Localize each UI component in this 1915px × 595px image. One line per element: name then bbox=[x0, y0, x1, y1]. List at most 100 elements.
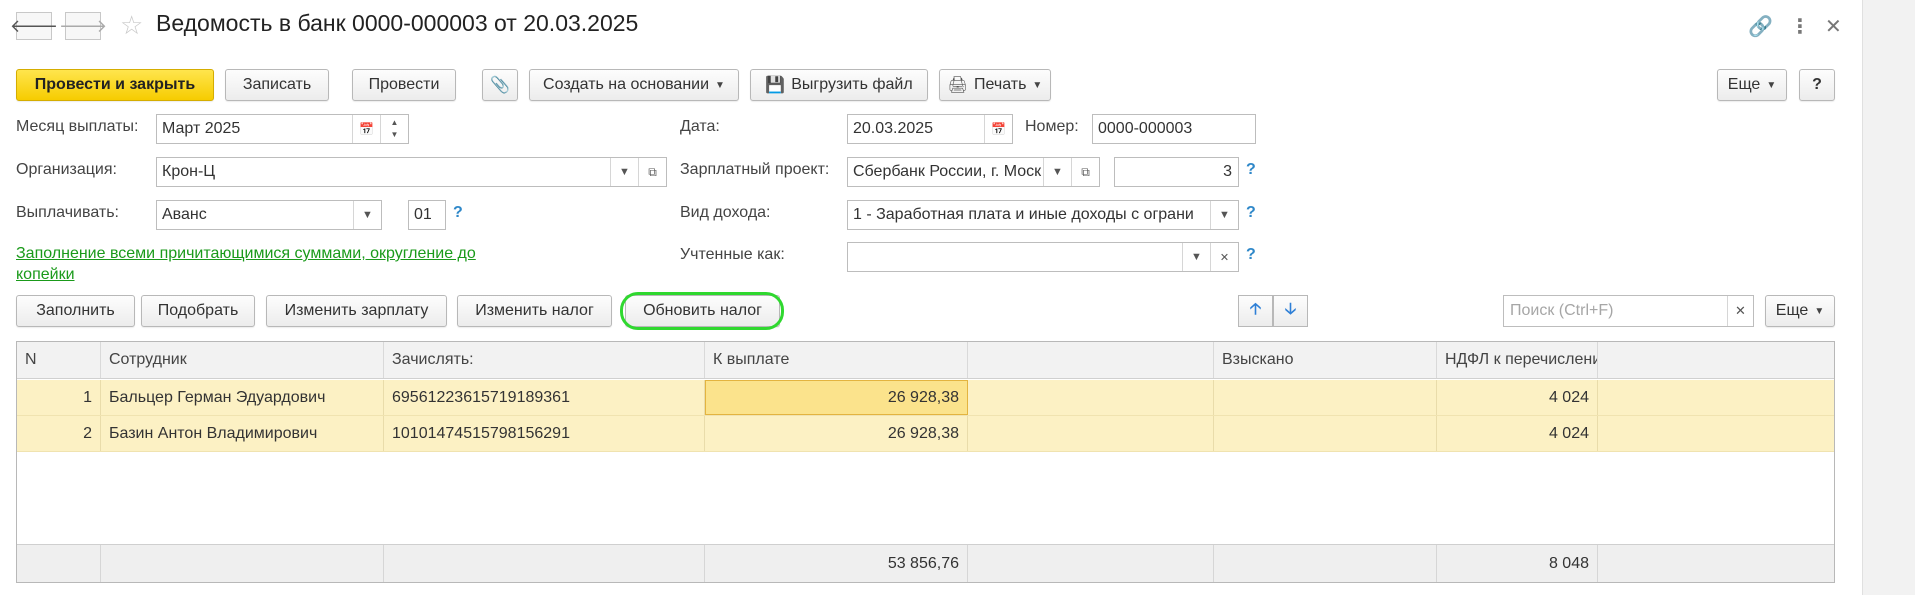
pay-code-value: 01 bbox=[414, 206, 432, 223]
help-icon[interactable]: ? bbox=[1246, 161, 1256, 179]
dropdown-icon[interactable]: ▼ bbox=[1210, 201, 1238, 229]
link-icon[interactable]: 🔗 bbox=[1748, 14, 1773, 39]
search-placeholder: Поиск (Ctrl+F) bbox=[1510, 302, 1614, 319]
footer-ndfl-total: 8 048 bbox=[1437, 545, 1598, 582]
pay-type-value: Аванс bbox=[162, 206, 207, 223]
help-icon[interactable]: ? bbox=[1246, 204, 1256, 222]
create-based-on-label: Создать на основании bbox=[543, 76, 710, 93]
forward-button[interactable]: 🡒 bbox=[59, 12, 107, 40]
column-header-extra[interactable] bbox=[1598, 342, 1834, 378]
caret-down-icon: ▼ bbox=[1814, 305, 1825, 317]
pay-code-field[interactable]: 01 bbox=[408, 200, 446, 230]
search-input[interactable]: Поиск (Ctrl+F) ✕ bbox=[1503, 295, 1754, 327]
move-down-button[interactable]: 🡣 bbox=[1273, 295, 1308, 327]
help-button[interactable]: ? bbox=[1799, 69, 1835, 101]
organization-field[interactable]: Крон-Ц ▼ ⧉ bbox=[156, 157, 667, 187]
close-icon[interactable]: ✕ bbox=[1825, 14, 1842, 39]
star-icon[interactable]: ☆ bbox=[120, 10, 143, 41]
cell-account: 10101474515798156291 bbox=[384, 416, 705, 451]
dropdown-icon[interactable]: ▼ bbox=[353, 201, 381, 229]
project-count-value: 3 bbox=[1223, 163, 1232, 180]
fill-settings-link[interactable]: Заполнение всеми причитающимися суммами,… bbox=[16, 243, 506, 285]
footer-extra bbox=[1598, 545, 1834, 582]
salary-project-field[interactable]: Сбербанк России, г. Моск ▼ ⧉ bbox=[847, 157, 1100, 187]
pay-type-label: Выплачивать: bbox=[16, 204, 119, 221]
fill-button[interactable]: Заполнить bbox=[16, 295, 135, 327]
move-up-button[interactable]: 🡡 bbox=[1238, 295, 1273, 327]
dropdown-icon[interactable]: ▼ bbox=[1182, 243, 1210, 271]
month-label: Месяц выплаты: bbox=[16, 118, 139, 135]
caret-down-icon: ▼ bbox=[715, 79, 725, 91]
table-more-button[interactable]: Еще ▼ bbox=[1765, 295, 1835, 327]
calendar-icon[interactable]: 📅 bbox=[352, 115, 380, 143]
column-header-collected[interactable]: Взыскано bbox=[1214, 342, 1437, 378]
calendar-icon[interactable]: 📅 bbox=[984, 115, 1012, 143]
post-button[interactable]: Провести bbox=[352, 69, 456, 101]
accounted-as-field[interactable]: ▼ ✕ bbox=[847, 242, 1239, 272]
cell-extra bbox=[1598, 416, 1834, 451]
table-more-label: Еще bbox=[1775, 302, 1809, 319]
payroll-table[interactable]: N Сотрудник Зачислять: К выплате Взыскан… bbox=[16, 341, 1835, 583]
organization-value: Крон-Ц bbox=[162, 163, 216, 180]
salary-project-label: Зарплатный проект: bbox=[680, 161, 830, 178]
table-row[interactable]: 1 Бальцер Герман Эдуардович 695612236157… bbox=[17, 380, 1834, 416]
change-salary-button[interactable]: Изменить зарплату bbox=[266, 295, 447, 327]
date-label: Дата: bbox=[680, 118, 720, 135]
help-icon[interactable]: ? bbox=[1246, 246, 1256, 264]
cell-account: 69561223615719189361 bbox=[384, 380, 705, 415]
cell-pay: 26 928,38 bbox=[705, 416, 968, 451]
highlight-ring bbox=[620, 292, 784, 330]
attach-button[interactable]: 📎 bbox=[482, 69, 518, 101]
number-field[interactable]: 0000-000003 bbox=[1092, 114, 1256, 144]
cell-employee: Бальцер Герман Эдуардович bbox=[101, 380, 384, 415]
open-icon[interactable]: ⧉ bbox=[638, 158, 666, 186]
create-based-on-button[interactable]: Создать на основании ▼ bbox=[529, 69, 739, 101]
clear-search-icon[interactable]: ✕ bbox=[1727, 296, 1753, 326]
cell-blank bbox=[968, 380, 1214, 415]
cell-collected bbox=[1214, 380, 1437, 415]
cell-pay[interactable]: 26 928,38 bbox=[705, 380, 968, 415]
month-field[interactable]: Март 2025 📅 ▲ ▼ bbox=[156, 114, 409, 144]
organization-label: Организация: bbox=[16, 161, 117, 178]
date-field[interactable]: 20.03.2025 📅 bbox=[847, 114, 1013, 144]
column-header-blank[interactable] bbox=[968, 342, 1214, 378]
change-tax-button[interactable]: Изменить налог bbox=[457, 295, 612, 327]
footer-n bbox=[17, 545, 101, 582]
salary-project-value: Сбербанк России, г. Моск bbox=[853, 163, 1042, 180]
dropdown-icon[interactable]: ▼ bbox=[610, 158, 638, 186]
income-type-field[interactable]: 1 - Заработная плата и иные доходы с огр… bbox=[847, 200, 1239, 230]
print-button[interactable]: 🖨 Печать ▼ bbox=[939, 69, 1051, 101]
column-header-ndfl[interactable]: НДФЛ к перечислению bbox=[1437, 342, 1598, 378]
month-spinner[interactable]: ▲ ▼ bbox=[380, 115, 408, 143]
spinner-down-icon[interactable]: ▼ bbox=[391, 129, 399, 141]
footer-account bbox=[384, 545, 705, 582]
table-footer: 53 856,76 8 048 bbox=[17, 544, 1834, 582]
column-header-employee[interactable]: Сотрудник bbox=[101, 342, 384, 378]
open-icon[interactable]: ⧉ bbox=[1071, 158, 1099, 186]
income-type-label: Вид дохода: bbox=[680, 204, 771, 221]
column-header-account[interactable]: Зачислять: bbox=[384, 342, 705, 378]
post-and-close-button[interactable]: Провести и закрыть bbox=[16, 69, 214, 101]
pay-type-field[interactable]: Аванс ▼ bbox=[156, 200, 382, 230]
column-header-n[interactable]: N bbox=[17, 342, 101, 378]
pick-button[interactable]: Подобрать bbox=[141, 295, 255, 327]
more-button[interactable]: Еще ▼ bbox=[1717, 69, 1787, 101]
more-vertical-icon[interactable]: ⋮ bbox=[1790, 14, 1810, 39]
dropdown-icon[interactable]: ▼ bbox=[1043, 158, 1071, 186]
export-icon: 💾 bbox=[765, 77, 786, 94]
footer-collected bbox=[1214, 545, 1437, 582]
export-file-label: Выгрузить файл bbox=[791, 76, 913, 93]
help-icon[interactable]: ? bbox=[453, 204, 463, 222]
column-header-pay[interactable]: К выплате bbox=[705, 342, 968, 378]
spinner-up-icon[interactable]: ▲ bbox=[391, 117, 399, 129]
number-value: 0000-000003 bbox=[1098, 120, 1193, 137]
back-button[interactable]: 🡐 bbox=[10, 12, 58, 40]
clear-icon[interactable]: ✕ bbox=[1210, 243, 1238, 271]
cell-n: 1 bbox=[17, 380, 101, 415]
table-row[interactable]: 2 Базин Антон Владимирович 1010147451579… bbox=[17, 416, 1834, 452]
caret-down-icon: ▼ bbox=[1032, 79, 1043, 91]
export-file-button[interactable]: 💾 Выгрузить файл bbox=[750, 69, 928, 101]
caret-down-icon: ▼ bbox=[1766, 79, 1777, 91]
project-count-field[interactable]: 3 bbox=[1114, 157, 1239, 187]
save-button[interactable]: Записать bbox=[225, 69, 329, 101]
